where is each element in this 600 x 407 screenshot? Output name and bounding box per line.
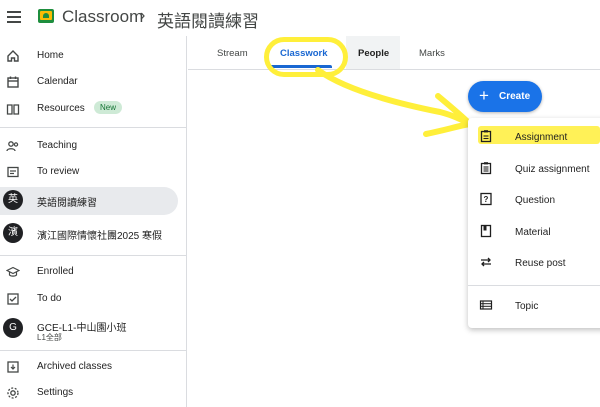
sidebar-item-enrolled[interactable]: Enrolled (0, 259, 187, 287)
classroom-logo-icon[interactable] (38, 9, 54, 23)
sidebar-item-label: Teaching (37, 140, 78, 151)
tab-stream[interactable]: Stream (217, 48, 248, 59)
sidebar-item-label: Resources (37, 103, 85, 114)
sidebar-item-sublabel: L1全部 (37, 333, 62, 342)
sidebar-item-class-gce[interactable]: G GCE-L1-中山園小班 L1全部 (0, 314, 187, 350)
tab-people[interactable]: People (358, 48, 389, 59)
tab-marks[interactable]: Marks (419, 48, 445, 59)
create-button-label: Create (499, 91, 531, 102)
sidebar-item-home[interactable]: Home (0, 43, 187, 71)
repeat-icon (479, 255, 493, 269)
top-bar: Classroom › 英語閱讀練習 (0, 0, 600, 36)
assignment-icon (479, 129, 493, 143)
create-button[interactable]: + Create (468, 81, 542, 112)
sidebar-item-calendar[interactable]: Calendar (0, 69, 187, 97)
sidebar-divider (0, 255, 187, 256)
sidebar-item-to-do[interactable]: To do (0, 286, 187, 314)
sidebar-item-label: To do (37, 293, 62, 304)
sidebar-item-label: Archived classes (37, 361, 113, 372)
gear-icon (6, 386, 20, 400)
class-title[interactable]: 英語閱讀練習 (157, 7, 259, 32)
quiz-icon (479, 161, 493, 175)
sidebar-item-to-review[interactable]: To review (0, 159, 187, 187)
question-icon: ? (479, 192, 493, 206)
calendar-icon (6, 75, 20, 89)
menu-item-label: Question (515, 195, 556, 206)
sidebar-divider (0, 127, 187, 128)
tab-classwork[interactable]: Classwork (280, 48, 328, 59)
sidebar-item-label: Calendar (37, 76, 78, 87)
sidebar: Home Calendar Resources New Teaching To … (0, 36, 187, 407)
new-badge: New (94, 101, 123, 114)
menu-item-label: Assignment (515, 132, 568, 143)
menu-item-label: Topic (515, 301, 539, 312)
home-icon (6, 49, 20, 63)
sidebar-item-resources[interactable]: Resources New (0, 96, 187, 124)
graduation-cap-icon (6, 265, 20, 279)
sidebar-divider (0, 350, 187, 351)
sidebar-item-archived[interactable]: Archived classes (0, 354, 187, 382)
menu-item-label: Quiz assignment (515, 164, 590, 175)
sidebar-item-settings[interactable]: Settings (0, 380, 187, 407)
sidebar-item-label: 英語閱讀練習 (37, 198, 97, 209)
sidebar-item-label: To review (37, 166, 80, 177)
sidebar-item-class-club[interactable]: 濱 濱江國際情懷社團2025 寒假 (0, 220, 187, 248)
menu-item-reuse-post[interactable]: Reuse post (468, 248, 600, 278)
class-tabs: Stream Classwork People Marks (188, 36, 600, 70)
menu-item-topic[interactable]: Topic (468, 291, 600, 321)
sidebar-item-teaching[interactable]: Teaching (0, 133, 187, 161)
archive-icon (6, 360, 20, 374)
menu-item-label: Material (515, 227, 551, 238)
hamburger-menu-icon[interactable] (7, 11, 21, 23)
sidebar-item-label: Home (37, 50, 64, 61)
menu-item-quiz-assignment[interactable]: Quiz assignment (468, 154, 600, 184)
active-tab-indicator (268, 65, 332, 68)
svg-text:?: ? (484, 195, 489, 204)
menu-item-assignment[interactable]: Assignment (468, 122, 600, 152)
app-title[interactable]: Classroom (62, 7, 143, 27)
inbox-icon (6, 165, 20, 179)
topic-list-icon (479, 298, 493, 312)
checklist-icon (6, 292, 20, 306)
class-avatar: 英 (3, 190, 23, 210)
menu-item-question[interactable]: ? Question (468, 185, 600, 215)
sidebar-item-label: 濱江國際情懷社團2025 寒假 (37, 231, 163, 242)
class-avatar: 濱 (3, 223, 23, 243)
material-icon (479, 224, 493, 238)
sidebar-item-class-english-reading[interactable]: 英 英語閱讀練習 (0, 187, 178, 215)
class-avatar: G (3, 318, 23, 338)
menu-item-label: Reuse post (515, 258, 566, 269)
create-menu: Assignment Quiz assignment ? Question Ma… (468, 118, 600, 328)
menu-divider (468, 285, 600, 286)
sidebar-item-label: Settings (37, 387, 74, 398)
menu-item-material[interactable]: Material (468, 217, 600, 247)
people-icon (6, 139, 20, 153)
book-icon (6, 102, 20, 116)
plus-icon: + (479, 86, 489, 105)
sidebar-item-label: Enrolled (37, 266, 74, 277)
breadcrumb-separator: › (140, 7, 146, 24)
